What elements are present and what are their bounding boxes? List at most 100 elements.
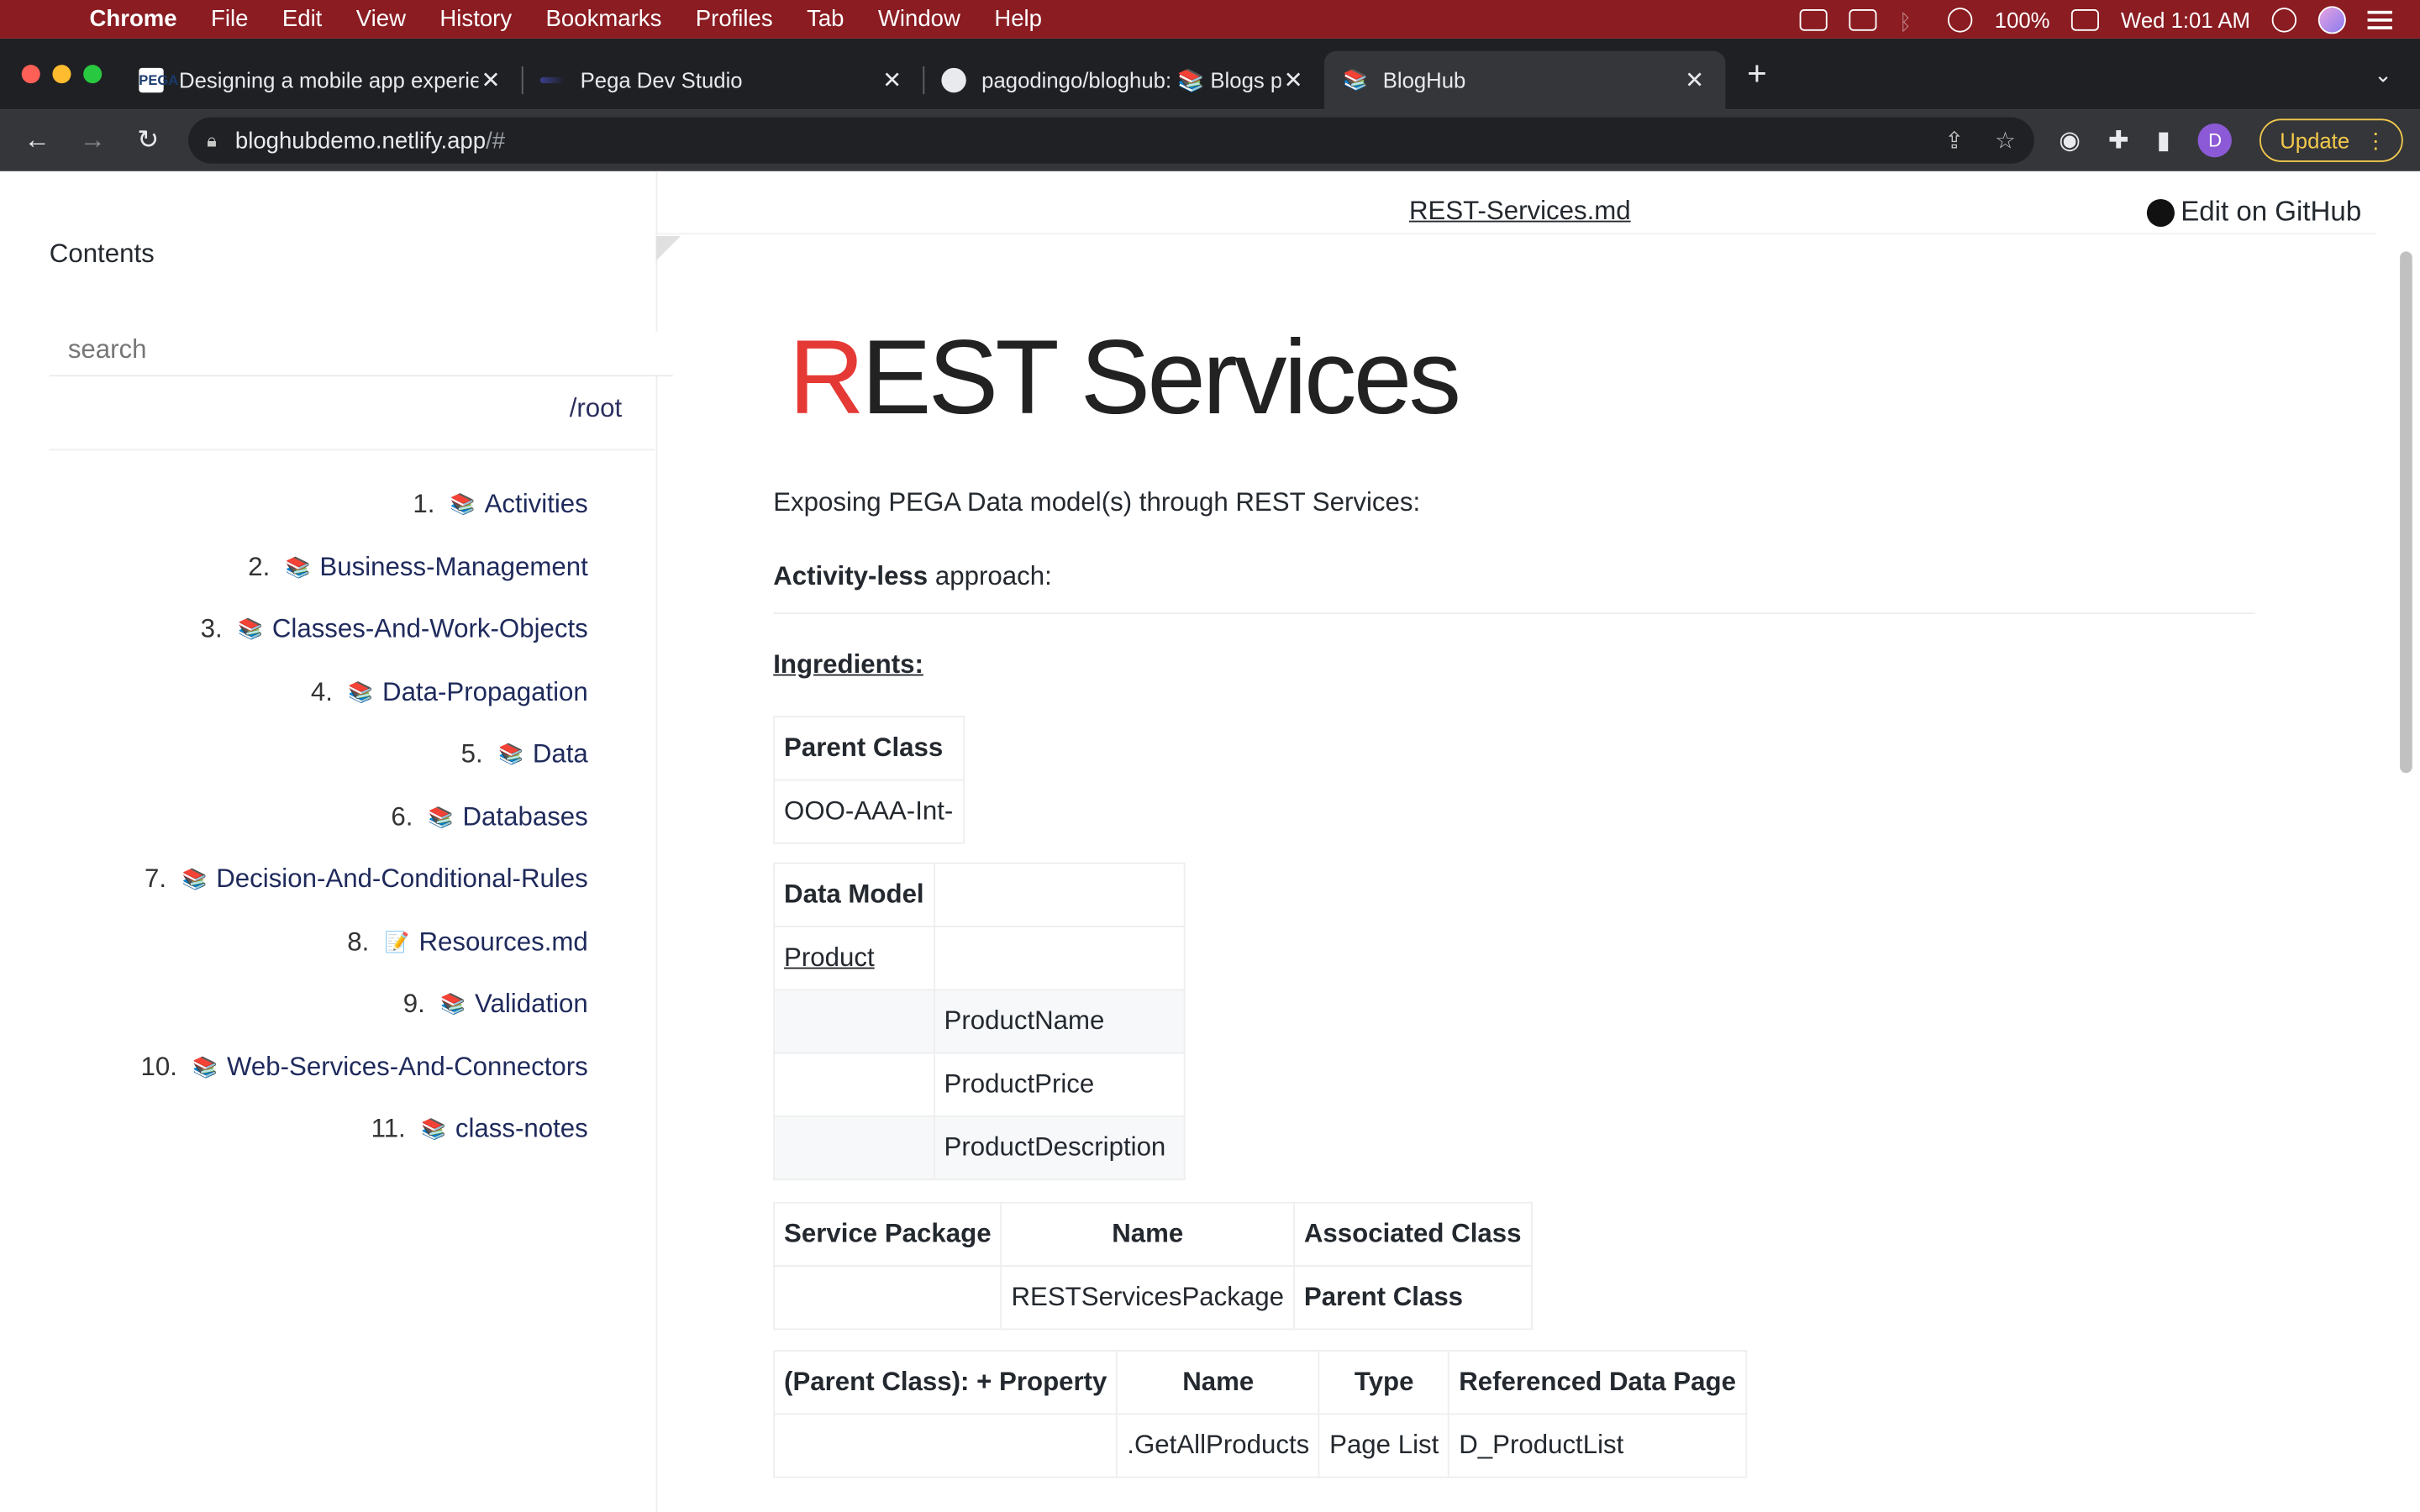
toc-item-classes-and-work-objects[interactable]: 3. 📚 Classes-And-Work-Objects	[0, 599, 588, 661]
toc-item-web-services-and-connectors[interactable]: 10. 📚 Web-Services-And-Connectors	[0, 1036, 588, 1098]
menu-bookmarks[interactable]: Bookmarks	[546, 6, 662, 32]
toc-item-activities[interactable]: 1. 📚 Activities	[0, 474, 588, 536]
extension-glasses-icon[interactable]: ◉	[2059, 125, 2081, 156]
toc-label[interactable]: Databases	[463, 802, 588, 833]
wifi-icon[interactable]	[1948, 7, 1974, 32]
menu-tab[interactable]: Tab	[807, 6, 844, 32]
tab-strip: PEGA Designing a mobile app experie ✕ Pe…	[0, 38, 2420, 110]
tab-search-chevron-icon[interactable]: ⌄	[2374, 61, 2392, 87]
table-header: Service Package	[773, 1201, 1002, 1267]
table-header: Name	[1116, 1350, 1321, 1415]
close-tab-icon[interactable]: ✕	[478, 66, 502, 94]
close-tab-icon[interactable]: ✕	[1281, 66, 1305, 94]
toc-item-business-management[interactable]: 2. 📚 Business-Management	[0, 536, 588, 598]
toc-label[interactable]: Resources.md	[418, 927, 587, 958]
table-header: Data Model	[773, 862, 935, 927]
lock-icon[interactable]: 🔒︎	[207, 129, 217, 152]
books-icon: 📚	[348, 680, 374, 704]
menu-clock[interactable]: Wed 1:01 AM	[2121, 7, 2250, 31]
profile-avatar[interactable]: D	[2197, 123, 2233, 158]
table-cell	[773, 1052, 935, 1117]
menu-edit[interactable]: Edit	[282, 6, 322, 32]
close-tab-icon[interactable]: ✕	[1682, 66, 1707, 94]
toc-label[interactable]: Decision-And-Conditional-Rules	[216, 864, 588, 895]
toc-item-data-propagation[interactable]: 4. 📚 Data-Propagation	[0, 661, 588, 723]
toc-item-databases[interactable]: 6. 📚 Databases	[0, 786, 588, 848]
contents-title: Contents	[49, 239, 155, 269]
kebab-menu-icon[interactable]: ⋮	[2365, 120, 2387, 160]
books-icon: 📚	[428, 805, 454, 828]
close-tab-icon[interactable]: ✕	[880, 66, 904, 94]
menu-file[interactable]: File	[211, 6, 248, 32]
toc-item-resources[interactable]: 8. 📝 Resources.md	[0, 911, 588, 974]
data-model-table: Data Model Product ProductName ProductPr…	[773, 862, 1186, 1181]
menu-help[interactable]: Help	[994, 6, 1042, 32]
bookmark-star-icon[interactable]: ☆	[1995, 127, 2016, 154]
keyboard-icon[interactable]	[1849, 8, 1878, 30]
close-window-button[interactable]	[21, 65, 40, 84]
table-header: (Parent Class): + Property	[773, 1350, 1118, 1415]
siri-icon[interactable]	[2317, 5, 2346, 34]
menu-app-name[interactable]: Chrome	[90, 6, 177, 32]
table-header: Type	[1318, 1350, 1450, 1415]
menu-profiles[interactable]: Profiles	[696, 6, 773, 32]
spotlight-search-icon[interactable]	[2271, 7, 2297, 32]
update-button[interactable]: Update ⋮	[2260, 118, 2404, 162]
toc-label[interactable]: Data-Propagation	[382, 677, 588, 708]
tab-bloghub[interactable]: 📚 BlogHub ✕	[1323, 50, 1726, 110]
toc-label[interactable]: Validation	[475, 990, 588, 1021]
minimize-window-button[interactable]	[52, 65, 71, 84]
toc-number: 4.	[310, 676, 333, 706]
books-icon: 📚	[238, 617, 263, 641]
toc-label[interactable]: Data	[533, 739, 588, 770]
books-icon: 📚	[182, 867, 208, 891]
search-input[interactable]	[49, 331, 673, 377]
table-header: Referenced Data Page	[1448, 1350, 1747, 1415]
books-icon: 📚	[421, 1117, 446, 1141]
address-bar[interactable]: 🔒︎ bloghubdemo.netlify.app /# ⇪ ☆	[188, 117, 2034, 164]
toc-label[interactable]: Classes-And-Work-Objects	[272, 614, 588, 645]
reload-icon[interactable]: ↻	[129, 125, 166, 156]
header-divider	[655, 233, 2377, 235]
books-icon: 📚	[192, 1054, 218, 1079]
menu-window[interactable]: Window	[878, 6, 960, 32]
back-arrow-icon[interactable]: ←	[18, 125, 55, 156]
toc-item-validation[interactable]: 9. 📚 Validation	[0, 974, 588, 1036]
table-cell: ProductPrice	[933, 1052, 1186, 1117]
tab-designing-mobile-app[interactable]: PEGA Designing a mobile app experie ✕	[120, 51, 522, 110]
toc-label[interactable]: Business-Management	[319, 552, 587, 583]
tab-pega-dev-studio[interactable]: Pega Dev Studio ✕	[521, 51, 923, 110]
toc-label[interactable]: Web-Services-And-Connectors	[227, 1052, 588, 1083]
toc-label[interactable]: class-notes	[455, 1115, 588, 1146]
table-cell	[773, 989, 935, 1054]
screen-record-icon[interactable]	[1800, 8, 1828, 30]
root-link[interactable]: /root	[570, 393, 623, 424]
product-link[interactable]: Product	[784, 942, 875, 972]
menu-view[interactable]: View	[356, 6, 406, 32]
books-icon: 📚	[440, 992, 466, 1016]
edit-on-github-link[interactable]: Edit on GitHub	[2146, 196, 2361, 228]
file-name-link[interactable]: REST-Services.md	[1409, 196, 1631, 227]
toc-item-data[interactable]: 5. 📚 Data	[0, 723, 588, 785]
control-center-icon[interactable]	[2367, 9, 2392, 29]
forward-arrow-icon[interactable]: →	[74, 125, 111, 156]
toc-number: 10.	[140, 1052, 177, 1082]
toc-label[interactable]: Activities	[485, 490, 588, 521]
divider	[49, 449, 655, 451]
bluetooth-icon[interactable]: ᛒ	[1899, 8, 1927, 33]
zoom-window-button[interactable]	[83, 65, 103, 84]
tab-github-bloghub[interactable]: pagodingo/bloghub: 📚 Blogs p ✕	[923, 51, 1324, 110]
share-icon[interactable]: ⇪	[1944, 127, 1964, 154]
toc-item-decision-and-conditional-rules[interactable]: 7. 📚 Decision-And-Conditional-Rules	[0, 848, 588, 911]
url-path: /#	[486, 127, 506, 154]
scrollbar-thumb[interactable]	[2400, 251, 2412, 774]
table-cell	[773, 1265, 1002, 1331]
menu-history[interactable]: History	[439, 6, 512, 32]
toc-item-class-notes[interactable]: 11. 📚 class-notes	[0, 1099, 588, 1161]
table-header-empty	[933, 862, 1186, 927]
battery-icon[interactable]	[2071, 8, 2100, 30]
side-panel-icon[interactable]: ▮	[2157, 125, 2170, 156]
new-tab-button[interactable]: +	[1747, 54, 1767, 94]
extensions-puzzle-icon[interactable]: ✚	[2108, 125, 2129, 156]
toc-number: 11.	[371, 1114, 406, 1144]
